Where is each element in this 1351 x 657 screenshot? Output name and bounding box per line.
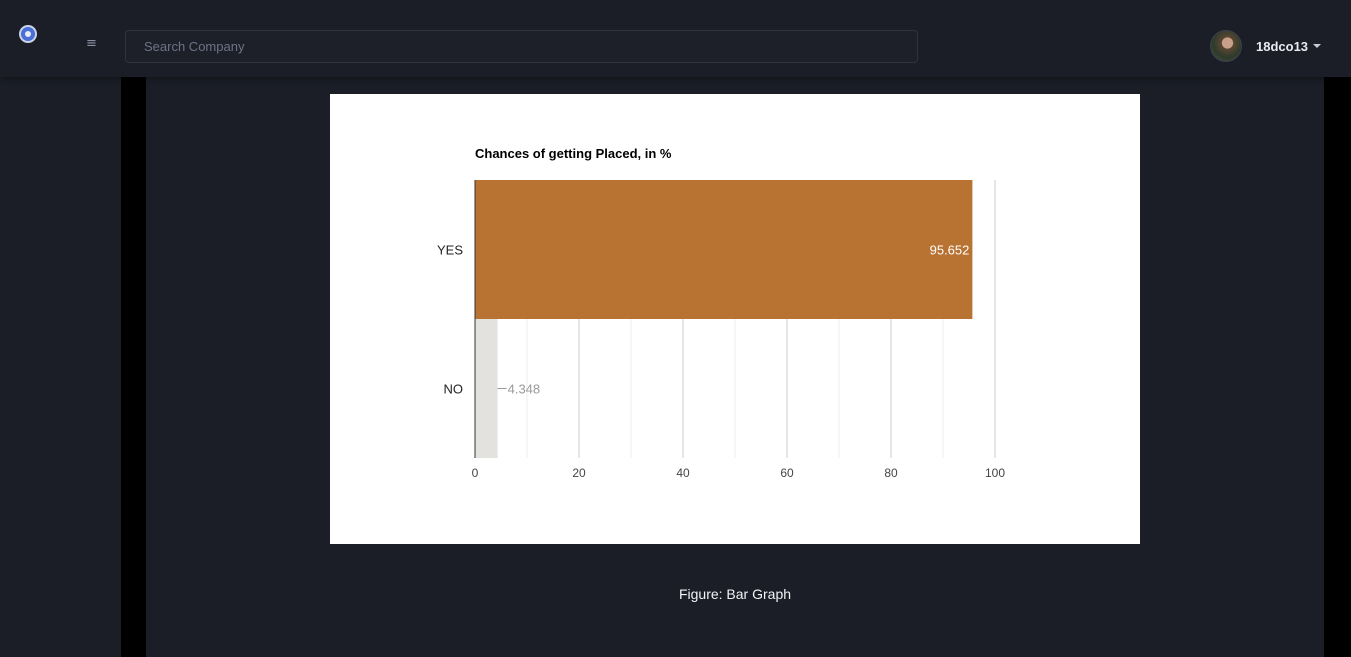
x-tick-label: 60 xyxy=(780,466,794,480)
data-label: 4.348 xyxy=(508,382,541,397)
category-label: YES xyxy=(437,243,463,258)
chart-card: Chances of getting Placed, in % 0 20 40 60 8… xyxy=(330,94,1140,544)
caret-down-icon[interactable] xyxy=(1313,44,1322,48)
category-label: NO xyxy=(444,382,464,397)
bar-chart: 0 20 40 60 80 100 YES 95.652 NO 4.348 xyxy=(437,180,1005,480)
bar-yes xyxy=(475,180,973,319)
left-border-strip xyxy=(121,77,146,657)
right-border-strip xyxy=(1324,77,1351,657)
x-tick-label: 0 xyxy=(472,466,479,480)
x-tick-label: 40 xyxy=(676,466,690,480)
search-input[interactable] xyxy=(125,30,918,63)
hamburger-menu-icon[interactable]: ≡ xyxy=(86,35,102,53)
username-label[interactable]: 18dco13 xyxy=(1256,39,1308,54)
x-tick-label: 80 xyxy=(884,466,898,480)
figure-caption: Figure: Bar Graph xyxy=(678,586,792,602)
user-menu[interactable]: 18dco13 xyxy=(1210,29,1322,63)
app-logo-icon[interactable] xyxy=(19,25,37,43)
data-label: 95.652 xyxy=(930,243,970,258)
top-navbar: ≡ 18dco13 xyxy=(0,0,1351,77)
x-tick-label: 100 xyxy=(985,466,1005,480)
avatar[interactable] xyxy=(1210,30,1242,62)
x-tick-label: 20 xyxy=(572,466,586,480)
bar-no xyxy=(475,319,498,458)
